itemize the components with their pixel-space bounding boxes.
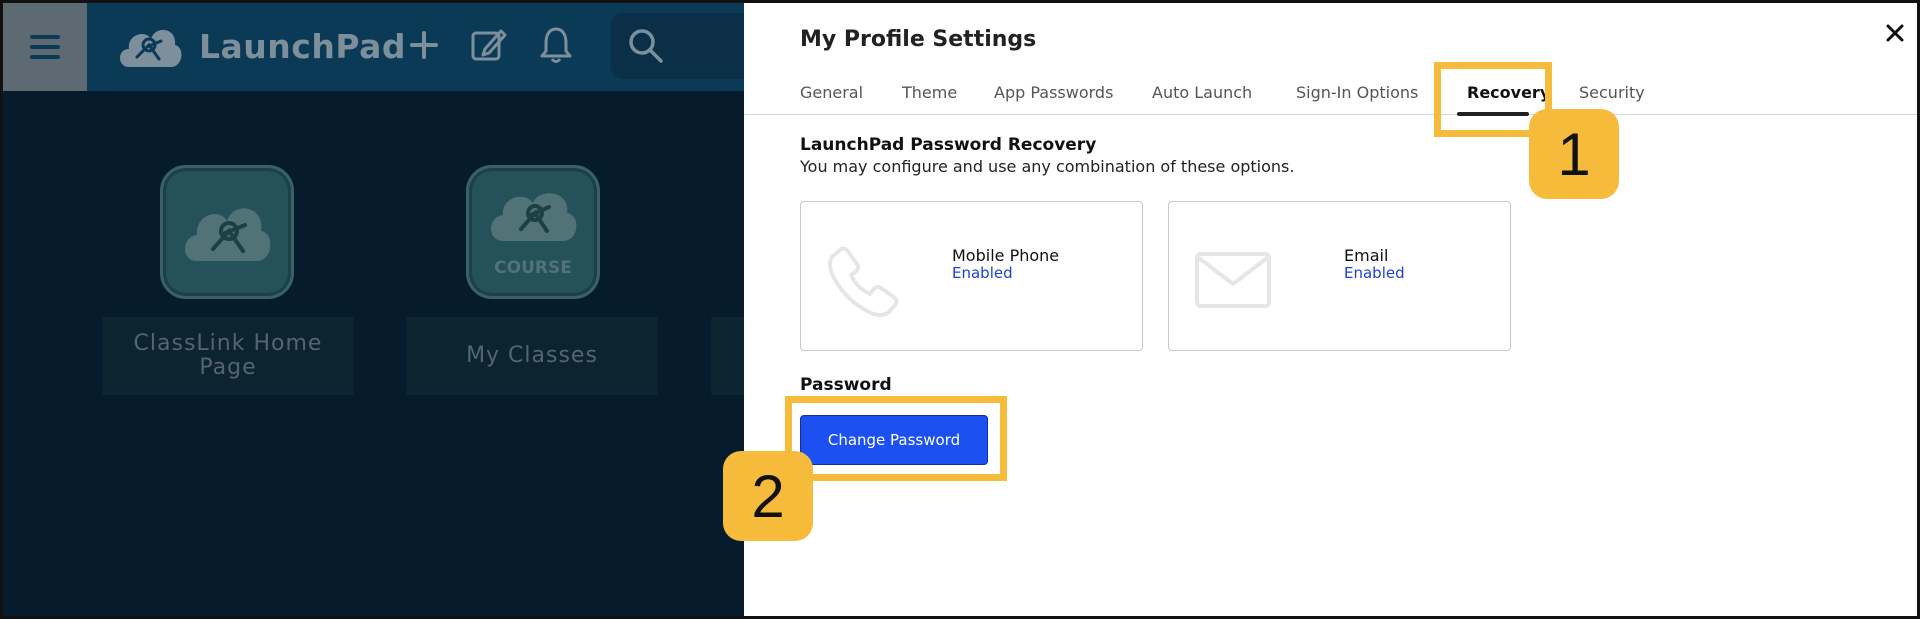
hamburger-menu-button[interactable]	[3, 3, 87, 91]
app-tile-label[interactable]: My Classes	[406, 317, 658, 395]
password-heading: Password	[800, 375, 892, 395]
search-icon	[627, 27, 665, 65]
background-app: LaunchPad ClassLink Home Page COURSE My …	[3, 3, 751, 616]
add-icon[interactable]	[408, 25, 440, 65]
tab-app-passwords[interactable]: App Passwords	[994, 83, 1113, 102]
tab-theme[interactable]: Theme	[902, 83, 957, 102]
envelope-icon	[1193, 244, 1273, 314]
tab-security[interactable]: Security	[1579, 83, 1645, 102]
top-bar: LaunchPad	[3, 3, 751, 91]
close-button[interactable]	[1881, 19, 1909, 47]
recovery-option-status[interactable]: Enabled	[1344, 264, 1405, 282]
tab-sign-in-options[interactable]: Sign-In Options	[1296, 83, 1418, 102]
recovery-description: You may configure and use any combinatio…	[800, 157, 1295, 176]
app-name: LaunchPad	[199, 26, 407, 66]
app-logo[interactable]: LaunchPad	[115, 17, 406, 75]
panel-title: My Profile Settings	[800, 27, 1037, 52]
recovery-option-email[interactable]: Email Enabled	[1168, 201, 1511, 351]
phone-icon	[825, 244, 901, 320]
recovery-heading: LaunchPad Password Recovery	[800, 135, 1097, 155]
app-tile-classlink-home[interactable]	[160, 165, 294, 299]
tabs-divider	[744, 114, 1917, 115]
course-icon-text: COURSE	[494, 258, 572, 278]
callout-badge-2: 2	[723, 451, 813, 541]
callout-highlight-change-password	[785, 396, 1007, 481]
recovery-option-status[interactable]: Enabled	[952, 264, 1013, 282]
screenshot-frame: LaunchPad ClassLink Home Page COURSE My …	[0, 0, 1920, 619]
callout-badge-1: 1	[1529, 109, 1619, 199]
app-tile-my-classes[interactable]: COURSE	[466, 165, 600, 299]
profile-settings-panel: My Profile Settings General Theme App Pa…	[744, 3, 1917, 616]
recovery-option-label: Email	[1344, 246, 1389, 265]
recovery-option-mobile-phone[interactable]: Mobile Phone Enabled	[800, 201, 1143, 351]
classlink-cloud-icon	[179, 193, 275, 271]
search-box[interactable]	[611, 13, 751, 79]
tab-general[interactable]: General	[800, 83, 863, 102]
recovery-option-label: Mobile Phone	[952, 246, 1060, 265]
hamburger-icon	[28, 33, 62, 61]
tab-auto-launch[interactable]: Auto Launch	[1152, 83, 1252, 102]
bell-icon[interactable]	[539, 25, 573, 65]
close-icon	[1886, 24, 1904, 42]
edit-icon[interactable]	[469, 25, 509, 65]
app-tile-label[interactable]: ClassLink Home Page	[102, 317, 354, 395]
classlink-logo-icon	[115, 17, 185, 75]
